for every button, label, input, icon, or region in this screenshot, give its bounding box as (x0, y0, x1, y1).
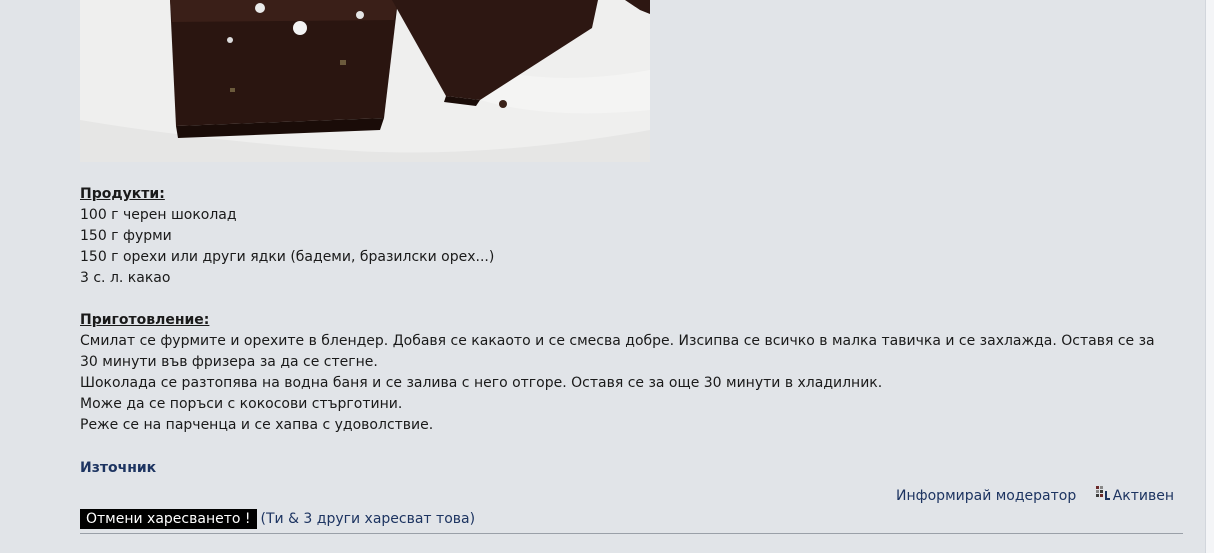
preparation-heading: Приготовление: (80, 312, 210, 328)
preparation-step: Шоколада се разтопява на водна баня и се… (80, 375, 883, 391)
post-divider (80, 533, 1183, 534)
preparation-step: Може да се поръси с кокосови стърготини. (80, 396, 403, 412)
user-status: Активен (1095, 485, 1174, 504)
user-status-icon (1095, 485, 1111, 501)
preparation-step: Реже се на парченца и се хапва с удоволс… (80, 417, 434, 433)
post-panel: Продукти: 100 г черен шоколад 150 г фурм… (0, 0, 1205, 553)
recipe-photo (80, 0, 650, 162)
likes-count-text[interactable]: (Ти & 3 други харесват това) (261, 511, 476, 527)
brownie-image (80, 0, 650, 162)
user-status-label: Активен (1112, 488, 1174, 504)
unlike-button[interactable]: Отмени харесването ! (80, 509, 257, 529)
post-footer-links: Информирай модератор Активен (896, 485, 1174, 507)
post-content: Продукти: 100 г черен шоколад 150 г фурм… (80, 184, 1180, 479)
ingredient-line: 3 с. л. какао (80, 270, 171, 286)
ingredient-line: 100 г черен шоколад (80, 207, 237, 223)
preparation-step: Смилат се фурмите и орехите в блендер. Д… (80, 333, 1155, 370)
like-row: Отмени харесването ! (Ти & 3 други харесв… (80, 509, 475, 530)
ingredient-line: 150 г фурми (80, 228, 172, 244)
page-right-edge (1205, 0, 1214, 553)
source-link[interactable]: Източник (80, 458, 156, 479)
ingredient-line: 150 г орехи или други ядки (бадеми, браз… (80, 249, 495, 265)
products-heading: Продукти: (80, 186, 165, 202)
report-moderator-link[interactable]: Информирай модератор (896, 488, 1076, 504)
